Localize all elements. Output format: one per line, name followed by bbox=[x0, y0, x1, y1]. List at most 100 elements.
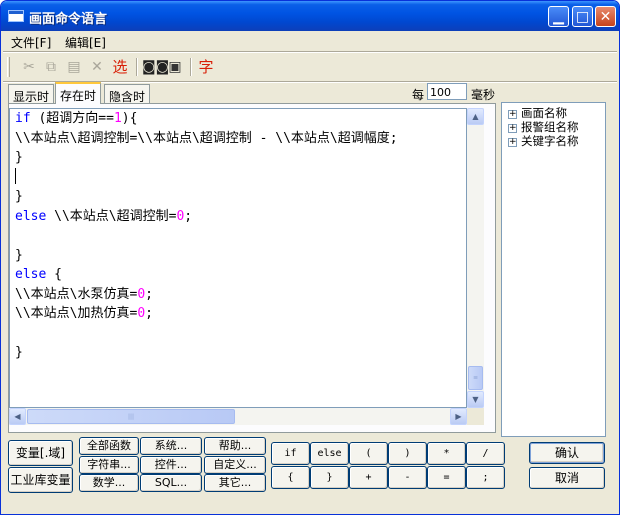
code-line[interactable]: \\本站点\水泵仿真=0; bbox=[10, 285, 466, 305]
toolbar: ✂ ⧉ ▤ ✕ 选 ◙◙ ▣ 字 bbox=[1, 53, 619, 81]
code-text: \\本站点\水泵仿真= bbox=[15, 286, 138, 302]
paste-icon[interactable]: ▤ bbox=[64, 58, 84, 76]
horizontal-scroll-thumb[interactable]: ||| bbox=[27, 409, 235, 424]
code-line[interactable]: } bbox=[10, 187, 466, 207]
period-unit: 毫秒 bbox=[471, 88, 496, 102]
code-text: } bbox=[15, 189, 23, 204]
code-editor[interactable]: if (超调方向==1){\\本站点\超调控制=\\本站点\超调控制 - \\本… bbox=[9, 108, 467, 408]
tree-item-keywords[interactable]: + 关键字名称 bbox=[508, 133, 579, 149]
all-functions-button[interactable]: 全部函数 bbox=[79, 437, 139, 455]
tab-on-hide[interactable]: 隐含时 bbox=[104, 84, 151, 104]
select-button[interactable]: 选 bbox=[110, 58, 130, 76]
toolbar-separator bbox=[136, 58, 138, 76]
code-line[interactable]: \\本站点\加热仿真=0; bbox=[10, 304, 466, 324]
grip-icon: ≡ bbox=[472, 374, 479, 382]
code-text: } bbox=[15, 150, 23, 165]
replace-icon[interactable]: ▣ bbox=[165, 58, 185, 76]
delete-icon[interactable]: ✕ bbox=[87, 58, 107, 76]
code-text: } bbox=[15, 345, 23, 360]
math-button[interactable]: 数学... bbox=[79, 474, 139, 492]
sql-button[interactable]: SQL... bbox=[140, 474, 202, 492]
title-bar[interactable]: 画面命令语言 ▁ □ ✕ bbox=[1, 1, 619, 31]
period-label: 每 bbox=[412, 88, 425, 102]
variable-domain-button[interactable]: 变量[.域] bbox=[8, 440, 73, 466]
expand-icon[interactable]: + bbox=[508, 138, 517, 147]
tree-item-label: 报警组名称 bbox=[521, 120, 579, 134]
code-line[interactable] bbox=[10, 324, 466, 344]
maximize-button[interactable]: □ bbox=[572, 6, 593, 27]
grip-icon: ||| bbox=[127, 413, 135, 420]
operator-semicolon-button[interactable]: ; bbox=[466, 466, 505, 489]
custom-button[interactable]: 自定义... bbox=[204, 456, 266, 474]
code-line[interactable]: } bbox=[10, 343, 466, 363]
code-line[interactable]: else \\本站点\超调控制=0; bbox=[10, 207, 466, 227]
code-line[interactable] bbox=[10, 167, 466, 188]
scroll-up-icon[interactable]: ▲ bbox=[467, 108, 484, 125]
code-keyword: if bbox=[15, 111, 39, 126]
help-button[interactable]: 帮助... bbox=[204, 437, 266, 455]
code-line[interactable]: } bbox=[10, 148, 466, 168]
system-button[interactable]: 系统... bbox=[140, 437, 202, 455]
operator-minus-button[interactable]: - bbox=[388, 466, 427, 489]
code-text: ; bbox=[184, 208, 193, 224]
control-button[interactable]: 控件... bbox=[140, 456, 202, 474]
copy-icon[interactable]: ⧉ bbox=[41, 58, 61, 76]
code-keyword: else bbox=[15, 267, 55, 282]
code-line[interactable]: } bbox=[10, 246, 466, 266]
scroll-down-icon[interactable]: ▼ bbox=[467, 391, 484, 408]
window-icon bbox=[8, 10, 24, 22]
menu-bar: 文件[F] 编辑[E] bbox=[1, 31, 619, 51]
operator-multiply-button[interactable]: * bbox=[427, 442, 466, 465]
close-icon: ✕ bbox=[599, 9, 612, 25]
scroll-left-icon[interactable]: ◀ bbox=[9, 408, 26, 425]
code-text: \\本站点\超调控制=\\本站点\超调控制 - \\本站点\超调幅度; bbox=[15, 130, 398, 146]
menu-file[interactable]: 文件[F] bbox=[11, 34, 51, 51]
code-line[interactable] bbox=[10, 226, 466, 246]
close-button[interactable]: ✕ bbox=[595, 6, 616, 27]
text-caret bbox=[15, 167, 16, 184]
binoculars-icon[interactable]: ◙◙ bbox=[142, 58, 169, 76]
operator-divide-button[interactable]: / bbox=[466, 442, 505, 465]
minimize-icon: ▁ bbox=[553, 9, 564, 25]
toolbar-grip[interactable] bbox=[7, 57, 10, 77]
operator-else-button[interactable]: else bbox=[310, 442, 349, 465]
operator-open-paren-button[interactable]: ( bbox=[349, 442, 388, 465]
code-text: (超调方向== bbox=[38, 111, 114, 126]
code-text: } bbox=[15, 247, 23, 263]
horizontal-scrollbar[interactable]: ◀ ||| ▶ bbox=[9, 408, 467, 425]
period-input[interactable]: 100 bbox=[427, 83, 467, 100]
operator-plus-button[interactable]: + bbox=[349, 466, 388, 489]
code-number: 0 bbox=[137, 286, 146, 302]
industrial-variable-button[interactable]: 工业库变量 bbox=[8, 467, 73, 493]
tree-item-label: 关键字名称 bbox=[521, 134, 579, 148]
code-line[interactable]: else { bbox=[10, 265, 466, 285]
operator-close-brace-button[interactable]: } bbox=[310, 466, 349, 489]
code-keyword: else bbox=[15, 208, 55, 224]
maximize-icon: □ bbox=[575, 9, 590, 25]
cancel-button[interactable]: 取消 bbox=[529, 467, 605, 489]
operator-close-paren-button[interactable]: ) bbox=[388, 442, 427, 465]
tree-item-label: 画面名称 bbox=[521, 106, 567, 120]
tab-while-exist[interactable]: 存在时 bbox=[55, 82, 102, 104]
main-window: 画面命令语言 ▁ □ ✕ 文件[F] 编辑[E] ✂ ⧉ ▤ ✕ 选 ◙◙ ▣ … bbox=[0, 0, 620, 515]
operator-equals-button[interactable]: = bbox=[427, 466, 466, 489]
operator-open-brace-button[interactable]: { bbox=[271, 466, 310, 489]
scroll-right-icon[interactable]: ▶ bbox=[450, 408, 467, 425]
font-button[interactable]: 字 bbox=[196, 58, 216, 76]
expand-icon[interactable]: + bbox=[508, 124, 517, 133]
operator-if-button[interactable]: if bbox=[271, 442, 310, 465]
code-line[interactable]: if (超调方向==1){ bbox=[10, 109, 466, 129]
string-button[interactable]: 字符串... bbox=[79, 456, 139, 474]
tab-on-show[interactable]: 显示时 bbox=[8, 84, 55, 104]
code-text: ; bbox=[145, 306, 153, 321]
code-line[interactable]: \\本站点\超调控制=\\本站点\超调控制 - \\本站点\超调幅度; bbox=[10, 129, 466, 149]
minimize-button[interactable]: ▁ bbox=[548, 6, 569, 27]
menu-edit[interactable]: 编辑[E] bbox=[65, 34, 106, 51]
vertical-scrollbar[interactable]: ▲ ≡ ▼ bbox=[467, 108, 484, 408]
other-button[interactable]: 其它... bbox=[204, 474, 266, 492]
expand-icon[interactable]: + bbox=[508, 110, 517, 119]
toolbar-separator bbox=[190, 58, 192, 76]
vertical-scroll-thumb[interactable]: ≡ bbox=[468, 366, 483, 390]
confirm-button[interactable]: 确认 bbox=[529, 442, 605, 464]
scissors-icon[interactable]: ✂ bbox=[19, 58, 39, 76]
